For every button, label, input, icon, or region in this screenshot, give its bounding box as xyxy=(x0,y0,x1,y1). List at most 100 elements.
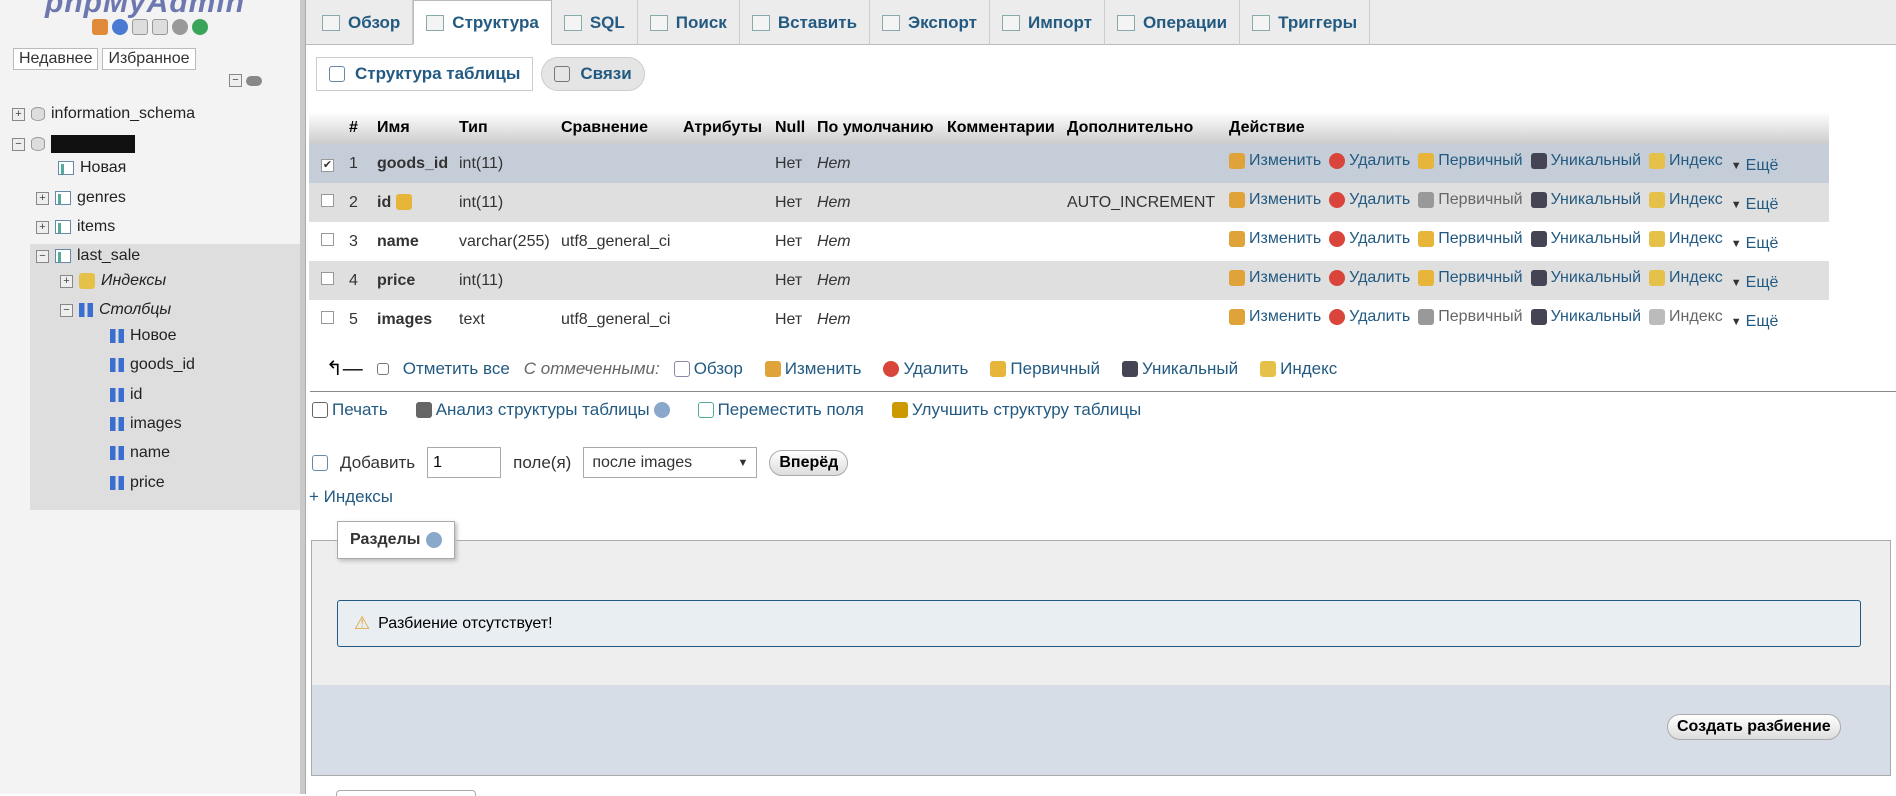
edit-action[interactable]: Изменить xyxy=(1229,308,1321,326)
new-column-label[interactable]: Новое xyxy=(130,327,177,345)
row-checkbox[interactable] xyxy=(321,310,334,324)
primary-action[interactable]: Первичный xyxy=(1418,191,1523,209)
bulk-index-button[interactable]: Индекс xyxy=(1260,359,1337,379)
edit-action[interactable]: Изменить xyxy=(1229,230,1321,248)
tree-indexes[interactable]: + Индексы xyxy=(60,272,166,290)
subtab-relations[interactable]: Связи xyxy=(541,57,645,91)
tree-db-current[interactable]: − stoun_____ xyxy=(12,135,135,153)
db-name[interactable]: information_schema xyxy=(51,105,195,123)
help-icon[interactable] xyxy=(653,402,670,418)
more-action[interactable]: ▼ Ещё xyxy=(1731,157,1779,175)
collapse-icon[interactable]: − xyxy=(36,249,49,263)
tree-new-table[interactable]: Новая xyxy=(58,159,126,177)
table-name[interactable]: genres xyxy=(77,189,126,207)
collapse-icon[interactable]: − xyxy=(60,303,73,317)
expand-icon[interactable]: + xyxy=(36,191,49,205)
tree-columns[interactable]: − Столбцы xyxy=(60,301,171,319)
columns-label[interactable]: Столбцы xyxy=(99,301,171,319)
tab-browse[interactable]: Обзор xyxy=(310,0,414,45)
tree-column-price[interactable]: price xyxy=(110,474,165,492)
table-row[interactable]: 4 price int(11) Нет Нет Изменить Удалить Первич… xyxy=(309,261,1829,300)
table-row[interactable]: ✔ 1 goods_id int(11) Нет Нет Изменить Удалить Пе… xyxy=(309,144,1829,183)
move-columns-link[interactable]: Переместить поля xyxy=(697,400,864,420)
primary-action[interactable]: Первичный xyxy=(1418,308,1523,326)
favorites-tab[interactable]: Избранное xyxy=(102,48,196,70)
tab-import[interactable]: Импорт xyxy=(990,0,1105,45)
reload-icon[interactable] xyxy=(192,19,208,35)
row-checkbox[interactable] xyxy=(321,193,334,207)
check-all-link[interactable]: Отметить все xyxy=(403,359,510,379)
tree-column-id[interactable]: id xyxy=(110,386,142,404)
edit-action[interactable]: Изменить xyxy=(1229,269,1321,287)
row-checkbox[interactable] xyxy=(321,271,334,285)
docs-icon[interactable] xyxy=(132,19,148,35)
tree-new-column[interactable]: Новое xyxy=(110,327,177,345)
row-checkbox[interactable]: ✔ xyxy=(321,158,334,172)
drop-action[interactable]: Удалить xyxy=(1329,191,1410,209)
print-link[interactable]: Печать xyxy=(312,400,388,420)
collapse-all-icon[interactable]: − xyxy=(229,74,242,87)
recent-tab[interactable]: Недавнее xyxy=(13,48,99,70)
help-icon[interactable] xyxy=(112,19,128,35)
improve-structure-link[interactable]: Улучшить структуру таблицы xyxy=(891,400,1141,420)
unique-action[interactable]: Уникальный xyxy=(1530,152,1641,170)
drop-action[interactable]: Удалить xyxy=(1329,308,1410,326)
expand-icon[interactable]: + xyxy=(60,274,73,288)
more-action[interactable]: ▼ Ещё xyxy=(1731,235,1779,253)
expand-icon[interactable]: + xyxy=(12,107,25,121)
index-action[interactable]: Индекс xyxy=(1649,308,1723,326)
table-name[interactable]: last_sale xyxy=(77,247,140,265)
tab-search[interactable]: Поиск xyxy=(638,0,740,45)
table-row[interactable]: 2 id int(11) Нет Нет AUTO_INCREMENT Изменить У… xyxy=(309,183,1829,222)
column-name[interactable]: goods_id xyxy=(130,356,195,374)
unique-action[interactable]: Уникальный xyxy=(1530,191,1641,209)
tree-column-goods-id[interactable]: goods_id xyxy=(110,356,195,374)
more-action[interactable]: ▼ Ещё xyxy=(1731,313,1779,331)
analyze-link[interactable]: Анализ структуры таблицы xyxy=(415,400,670,420)
edit-action[interactable]: Изменить xyxy=(1229,191,1321,209)
tree-column-name[interactable]: name xyxy=(110,444,170,462)
column-name[interactable]: price xyxy=(130,474,165,492)
drop-action[interactable]: Удалить xyxy=(1329,230,1410,248)
bulk-edit-button[interactable]: Изменить xyxy=(764,359,861,379)
unique-action[interactable]: Уникальный xyxy=(1530,269,1641,287)
unique-action[interactable]: Уникальный xyxy=(1530,308,1641,326)
index-action[interactable]: Индекс xyxy=(1649,191,1723,209)
tab-triggers[interactable]: Триггеры xyxy=(1240,0,1371,45)
expand-icon[interactable]: + xyxy=(36,220,49,234)
tab-sql[interactable]: SQL xyxy=(552,0,638,45)
more-action[interactable]: ▼ Ещё xyxy=(1731,196,1779,214)
collapse-icon[interactable]: − xyxy=(12,137,25,151)
column-name[interactable]: name xyxy=(130,444,170,462)
index-action[interactable]: Индекс xyxy=(1649,230,1723,248)
unique-action[interactable]: Уникальный xyxy=(1530,230,1641,248)
tree-db-information-schema[interactable]: + information_schema xyxy=(12,105,195,123)
tree-table-last-sale[interactable]: − last_sale xyxy=(36,247,140,265)
table-row[interactable]: 5 images text utf8_general_ci Нет Нет Изменить… xyxy=(309,300,1829,339)
drop-action[interactable]: Удалить xyxy=(1329,152,1410,170)
row-checkbox[interactable] xyxy=(321,232,334,246)
sql-docs-icon[interactable] xyxy=(152,19,168,35)
position-select[interactable]: после images ▼ xyxy=(583,447,758,478)
drop-action[interactable]: Удалить xyxy=(1329,269,1410,287)
bulk-primary-button[interactable]: Первичный xyxy=(990,359,1100,379)
tab-operations[interactable]: Операции xyxy=(1105,0,1241,45)
bulk-drop-button[interactable]: Удалить xyxy=(883,359,968,379)
tab-insert[interactable]: Вставить xyxy=(740,0,871,45)
help-icon[interactable] xyxy=(426,532,443,548)
column-name[interactable]: images xyxy=(130,415,182,433)
gear-icon[interactable] xyxy=(172,19,188,35)
tree-column-images[interactable]: images xyxy=(110,415,182,433)
new-table-label[interactable]: Новая xyxy=(80,159,126,177)
go-button[interactable]: Вперёд xyxy=(769,449,849,476)
add-count-input[interactable] xyxy=(427,447,502,478)
subtab-table-structure[interactable]: Структура таблицы xyxy=(316,57,534,91)
tab-export[interactable]: Экспорт xyxy=(870,0,991,45)
bulk-unique-button[interactable]: Уникальный xyxy=(1122,359,1238,379)
edit-action[interactable]: Изменить xyxy=(1229,152,1321,170)
column-name[interactable]: id xyxy=(130,386,142,404)
indexes-label[interactable]: Индексы xyxy=(101,272,166,290)
link-icon[interactable] xyxy=(246,76,262,86)
tree-table-genres[interactable]: + genres xyxy=(36,189,126,207)
tree-table-items[interactable]: + items xyxy=(36,218,115,236)
